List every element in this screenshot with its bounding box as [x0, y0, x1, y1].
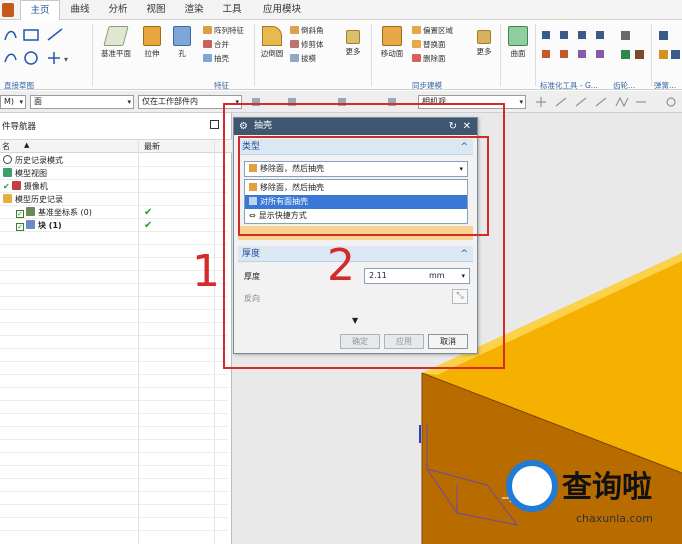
tree-node-model-history[interactable]: 模型历史记录 — [3, 194, 63, 206]
menu-home[interactable]: 主页 — [20, 0, 60, 20]
delete-face-button[interactable]: 删除面 — [412, 53, 446, 64]
offset-region-button[interactable]: 偏置区域 — [412, 25, 453, 36]
snap-point-icons[interactable] — [532, 95, 682, 109]
sync-more-label: 更多 — [476, 47, 492, 56]
up-to-date-check-icon: ✔ — [144, 207, 153, 218]
tree-node-datum-csys[interactable]: ✓ 基准坐标系 (0) — [16, 207, 92, 219]
datum-csys-icon — [26, 207, 35, 216]
tree-node-cameras[interactable]: ✔ 摄像机 — [3, 181, 48, 193]
ribbon: ▾ 直接草图 基准平面 拉伸 孔 阵列特征 合并 抽壳 特征 边倒圆 倒斜角 修… — [0, 20, 682, 90]
block-icon — [26, 220, 35, 229]
check-icon: ✔ — [3, 182, 10, 191]
menu-bar: 主页 曲线 分析 视图 渲染 工具 应用模块 — [0, 0, 682, 20]
col-name-header[interactable]: 名 — [2, 141, 10, 152]
std-group-label: 标准化工具 - G... — [540, 81, 598, 90]
menu-curve[interactable]: 曲线 — [62, 0, 98, 20]
model-views-icon — [3, 168, 12, 177]
watermark: 查询啦 chaxunla.com — [502, 454, 682, 544]
sync-group-label: 同步建模 — [412, 81, 442, 90]
unite-button[interactable]: 合并 — [203, 39, 229, 50]
menu-tools[interactable]: 工具 — [214, 0, 250, 20]
sync-more-button[interactable]: 更多 — [470, 30, 498, 57]
sort-ascending-icon[interactable]: ▲ — [24, 141, 29, 149]
watermark-logo — [506, 460, 558, 512]
navigator-header: 名 ▲ 最新 — [0, 139, 232, 153]
type-filter-combo[interactable]: 面 ▾ — [30, 95, 134, 109]
std-tools-icons[interactable] — [540, 28, 614, 68]
folder-icon — [3, 194, 12, 203]
tree-node-history-mode[interactable]: 历史记录模式 — [3, 155, 63, 167]
replace-face-button[interactable]: 替换面 — [412, 39, 446, 50]
extrude-label: 拉伸 — [144, 49, 160, 58]
sketch-tools: ▾ — [2, 26, 72, 70]
navigator-title: 件导航器 — [2, 122, 37, 132]
annotation-label-1: 1 — [192, 246, 220, 297]
tree-node-model-views[interactable]: 模型视图 — [3, 168, 47, 180]
up-to-date-check-icon: ✔ — [144, 220, 153, 231]
annotation-box-2 — [238, 136, 489, 236]
sketch-group-label: 直接草图 — [4, 81, 34, 90]
menu-app-modules[interactable]: 应用模块 — [254, 0, 310, 20]
navigator-title-bar: 件导航器 — [0, 119, 232, 133]
visibility-checkbox[interactable]: ✓ — [16, 223, 24, 231]
gear-group-label: 齿轮... — [613, 81, 636, 90]
clock-icon — [3, 155, 12, 164]
surface-button[interactable]: 曲面 — [504, 26, 532, 59]
svg-text:▾: ▾ — [64, 55, 68, 64]
gear-tools-icons[interactable] — [617, 28, 647, 68]
move-face-label: 移动面 — [380, 49, 404, 58]
part-navigator: 件导航器 名 ▲ 最新 历史记录模式 模型视图 ✔ 摄像机 模型历史记录 ✓ 基准坐… — [0, 113, 232, 544]
datum-plane-button[interactable]: 基准平面 — [96, 26, 136, 59]
app-icon[interactable] — [2, 3, 14, 17]
datum-plane-label: 基准平面 — [101, 49, 131, 58]
sketch-icons[interactable]: ▾ — [2, 26, 72, 70]
maximize-icon[interactable] — [210, 120, 219, 129]
visibility-checkbox[interactable]: ✓ — [16, 210, 24, 218]
annotation-label-2: 2 — [327, 240, 355, 291]
feature-more-button[interactable]: 更多 — [340, 30, 366, 57]
shell-button[interactable]: 抽壳 — [203, 53, 229, 64]
menu-render[interactable]: 渲染 — [176, 0, 212, 20]
filter-combo[interactable]: M) ▾ — [0, 95, 26, 109]
chamfer-button[interactable]: 倒斜角 — [290, 25, 324, 36]
feature-more-label: 更多 — [345, 47, 361, 56]
extrude-button[interactable]: 拉伸 — [138, 26, 166, 59]
menu-analysis[interactable]: 分析 — [100, 0, 136, 20]
surface-label: 曲面 — [510, 49, 526, 58]
watermark-brand: 查询啦 — [562, 470, 652, 505]
watermark-domain: chaxunla.com — [576, 512, 653, 525]
trim-body-button[interactable]: 修剪体 — [290, 39, 324, 50]
spring-tools-icons[interactable] — [655, 28, 681, 68]
hole-button[interactable]: 孔 — [168, 26, 196, 59]
hole-label: 孔 — [178, 49, 186, 58]
edge-blend-button[interactable]: 边倒圆 — [257, 26, 287, 59]
draft-button[interactable]: 拔模 — [290, 53, 316, 64]
menu-view[interactable]: 视图 — [138, 0, 174, 20]
camera-icon — [11, 181, 21, 190]
tree-node-block[interactable]: ✓ 块 (1) — [16, 220, 62, 232]
move-face-button[interactable]: 移动面 — [375, 26, 409, 59]
spring-group-label: 弹簧... — [654, 81, 677, 90]
pattern-feature-button[interactable]: 阵列特征 — [203, 25, 244, 36]
col-latest-header[interactable]: 最新 — [144, 141, 160, 152]
feature-group-label: 特征 — [214, 81, 229, 90]
edge-blend-label: 边倒圆 — [260, 49, 284, 58]
